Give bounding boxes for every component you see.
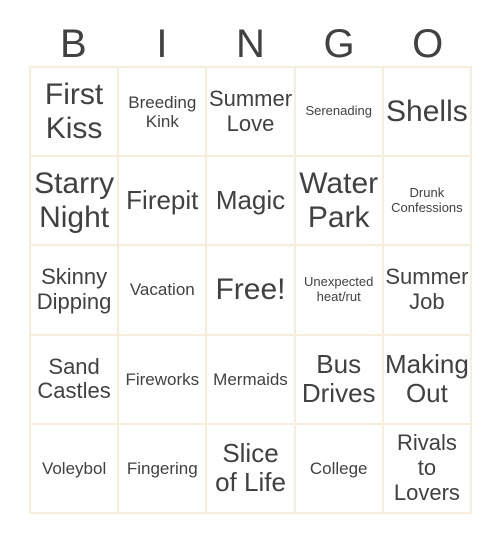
bingo-cell-label: College bbox=[309, 458, 368, 478]
bingo-cell-label: Serenading bbox=[305, 103, 372, 119]
bingo-cell[interactable]: Fireworks bbox=[119, 335, 208, 425]
bingo-cell-label: Voleybol bbox=[41, 458, 107, 478]
bingo-cell-label: Bus Drives bbox=[301, 349, 376, 409]
bingo-cell[interactable]: Breeding Kink bbox=[119, 68, 208, 158]
bingo-cell[interactable]: Mermaids bbox=[207, 335, 296, 425]
bingo-cell[interactable]: Bus Drives bbox=[295, 335, 384, 425]
bingo-cell[interactable]: Shells bbox=[383, 68, 472, 158]
bingo-cell[interactable]: Summer Job bbox=[383, 246, 472, 336]
bingo-cell[interactable]: Serenading bbox=[295, 68, 384, 158]
bingo-cell-label: Vacation bbox=[129, 280, 195, 300]
bingo-header-letter-n: N bbox=[236, 22, 265, 66]
bingo-cell-label: Slice of Life bbox=[215, 438, 286, 498]
bingo-header-letter-i: I bbox=[156, 22, 168, 66]
bingo-header-letter-o: O bbox=[412, 22, 444, 66]
bingo-cell-label: Summer Job bbox=[385, 264, 469, 314]
bingo-cell-label: Magic bbox=[215, 185, 286, 216]
bingo-cell-label: Summer Love bbox=[208, 85, 293, 136]
bingo-cell-label: Rivals to Lovers bbox=[393, 430, 460, 505]
bingo-cell-label: Firepit bbox=[126, 185, 199, 216]
bingo-cell[interactable]: Rivals to Lovers bbox=[383, 424, 472, 514]
bingo-cell[interactable]: Slice of Life bbox=[207, 424, 296, 514]
bingo-cell-label: Free! bbox=[215, 273, 286, 307]
bingo-header-letter-g: G bbox=[323, 22, 355, 66]
bingo-header: B I N G O bbox=[29, 22, 472, 66]
bingo-cell[interactable]: Fingering bbox=[119, 424, 208, 514]
bingo-cell-label: Mermaids bbox=[213, 369, 288, 389]
bingo-cell[interactable]: Making Out bbox=[383, 335, 472, 425]
bingo-cell[interactable]: Starry Night bbox=[31, 157, 120, 247]
bingo-cell-label: Sand Castles bbox=[37, 353, 111, 404]
bingo-cell[interactable]: First Kiss bbox=[31, 68, 120, 158]
bingo-cell[interactable]: Water Park bbox=[295, 157, 384, 247]
bingo-cell[interactable]: Unexpected heat/rut bbox=[295, 246, 384, 336]
bingo-cell[interactable]: Skinny Dipping bbox=[31, 246, 120, 336]
bingo-cell-label: Drunk Confessions bbox=[391, 185, 463, 215]
bingo-card: B I N G O First Kiss Breeding Kink Summe… bbox=[0, 0, 501, 544]
bingo-cell-label: Unexpected heat/rut bbox=[304, 274, 374, 304]
bingo-cell[interactable]: Summer Love bbox=[207, 68, 296, 158]
bingo-cell[interactable]: Drunk Confessions bbox=[383, 157, 472, 247]
bingo-cell[interactable]: Magic bbox=[207, 157, 296, 247]
bingo-cell-label: Shells bbox=[386, 94, 468, 128]
bingo-grid: First Kiss Breeding Kink Summer Love Ser… bbox=[29, 66, 472, 514]
bingo-cell-label: Breeding Kink bbox=[128, 92, 197, 131]
bingo-cell[interactable]: College bbox=[295, 424, 384, 514]
bingo-cell[interactable]: Firepit bbox=[119, 157, 208, 247]
bingo-cell-label: Starry Night bbox=[34, 167, 115, 234]
bingo-cell-label: Fingering bbox=[126, 458, 198, 478]
bingo-cell-label: Skinny Dipping bbox=[36, 264, 112, 314]
bingo-header-letter-b: B bbox=[59, 22, 87, 66]
bingo-cell-label: First Kiss bbox=[44, 78, 104, 145]
bingo-cell-label: Fireworks bbox=[125, 369, 200, 389]
bingo-cell-label: Making Out bbox=[384, 349, 469, 409]
bingo-cell[interactable]: Voleybol bbox=[31, 424, 120, 514]
bingo-cell[interactable]: Sand Castles bbox=[31, 335, 120, 425]
bingo-cell-free[interactable]: Free! bbox=[207, 246, 296, 336]
bingo-cell-label: Water Park bbox=[299, 167, 379, 234]
bingo-cell[interactable]: Vacation bbox=[119, 246, 208, 336]
